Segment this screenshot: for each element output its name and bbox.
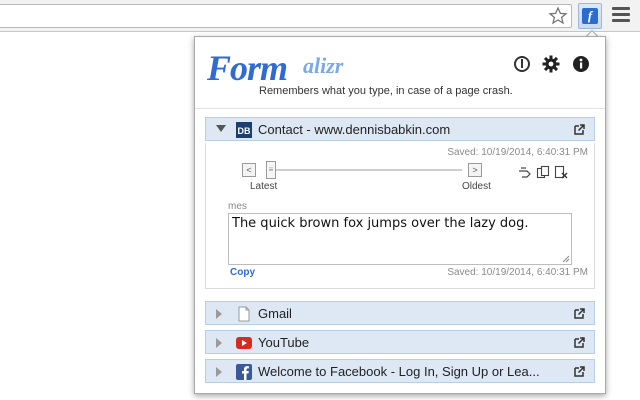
site-entry-facebook[interactable]: Welcome to Facebook - Log In, Sign Up or… [205, 359, 595, 383]
gear-icon[interactable] [542, 55, 560, 73]
slider-label-oldest: Oldest [462, 181, 491, 192]
expand-arrow-icon[interactable] [216, 367, 222, 377]
site-details-panel: Saved: 10/19/2014, 6:40:31 PM < ≡ > Late… [205, 143, 595, 289]
address-bar[interactable] [0, 4, 572, 28]
site-entry-contact[interactable]: DB Contact - www.dennisbabkin.com [205, 117, 595, 141]
browser-toolbar: f [0, 0, 640, 32]
collapse-arrow-icon[interactable] [216, 125, 226, 132]
db-favicon-icon: DB [236, 122, 252, 138]
svg-text:DB: DB [238, 126, 251, 136]
history-slider-track[interactable] [266, 169, 462, 171]
logo-alizr-text: alizr [303, 53, 344, 78]
facebook-icon [236, 364, 252, 380]
field-name-label: mes [228, 201, 247, 212]
open-external-icon[interactable] [573, 123, 586, 136]
site-title: Contact - www.dennisbabkin.com [258, 122, 451, 137]
copy-all-icon[interactable] [536, 165, 550, 179]
open-external-icon[interactable] [573, 307, 586, 320]
site-title: Welcome to Facebook - Log In, Sign Up or… [258, 364, 540, 379]
page-icon [238, 306, 250, 322]
delete-document-icon[interactable] [554, 165, 568, 179]
saved-timestamp: Saved: 10/19/2014, 6:40:31 PM [447, 147, 588, 158]
copy-link[interactable]: Copy [230, 267, 255, 278]
site-entry-gmail[interactable]: Gmail [205, 301, 595, 325]
site-title: YouTube [258, 335, 310, 350]
expand-arrow-icon[interactable] [216, 309, 222, 319]
site-title: Gmail [258, 306, 292, 321]
popup-header: Form alizr Remembers what you type, in c… [195, 37, 605, 109]
expand-arrow-icon[interactable] [216, 338, 222, 348]
next-button[interactable]: > [468, 163, 482, 177]
power-icon[interactable] [513, 55, 531, 73]
youtube-icon [236, 337, 252, 349]
history-slider-thumb[interactable]: ≡ [266, 161, 276, 179]
hamburger-menu-icon[interactable] [612, 7, 630, 25]
saved-text-area[interactable]: The quick brown fox jumps over the lazy … [228, 213, 572, 265]
restore-icon[interactable] [518, 165, 532, 179]
logo-form-text: Form [207, 48, 288, 88]
open-external-icon[interactable] [573, 365, 586, 378]
info-icon[interactable] [572, 55, 590, 73]
site-entry-youtube[interactable]: YouTube [205, 330, 595, 354]
tagline: Remembers what you type, in case of a pa… [259, 85, 513, 97]
slider-label-latest: Latest [250, 181, 278, 192]
prev-button[interactable]: < [242, 163, 256, 177]
formalizr-extension-button[interactable]: f [578, 3, 602, 29]
resize-grip-icon[interactable] [562, 255, 570, 263]
formalizr-extension-icon: f [582, 8, 598, 24]
saved-timestamp-bottom: Saved: 10/19/2014, 6:40:31 PM [447, 267, 588, 278]
star-icon[interactable] [548, 6, 568, 26]
open-external-icon[interactable] [573, 336, 586, 349]
formalizr-popup: Form alizr Remembers what you type, in c… [194, 36, 606, 394]
